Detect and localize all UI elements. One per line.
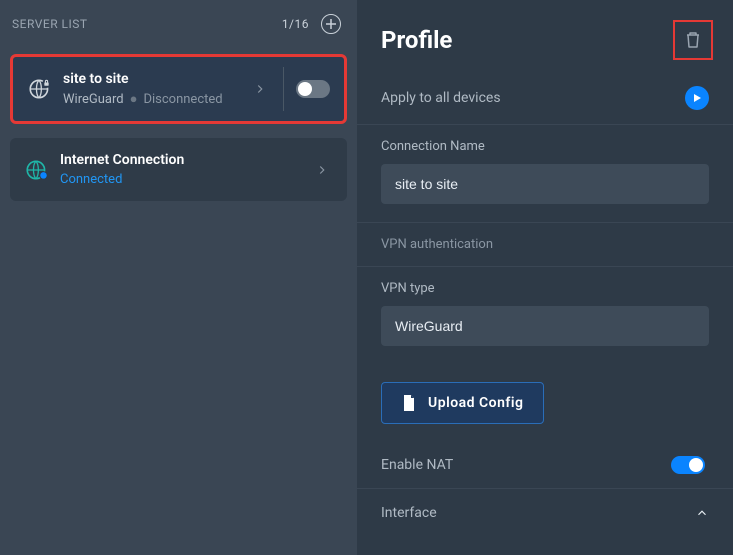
server-name: site to site bbox=[63, 71, 245, 87]
sidebar-header-right: 1/16 bbox=[282, 14, 341, 34]
connection-name-label: Connection Name bbox=[381, 139, 709, 154]
apply-all-devices-row: Apply to all devices bbox=[357, 72, 733, 125]
server-card-body: Internet Connection Connected bbox=[60, 152, 307, 187]
apply-all-button[interactable] bbox=[685, 86, 709, 110]
globe-online-icon bbox=[24, 157, 50, 183]
upload-config-label: Upload Config bbox=[428, 395, 523, 411]
server-card-site-to-site[interactable]: site to site WireGuard ● Disconnected bbox=[10, 54, 347, 124]
delete-profile-button[interactable] bbox=[673, 20, 713, 60]
interface-label: Interface bbox=[381, 505, 437, 521]
server-enable-toggle[interactable] bbox=[296, 80, 330, 98]
chevron-right-icon bbox=[253, 82, 267, 96]
server-subtitle: WireGuard ● Disconnected bbox=[63, 91, 245, 107]
enable-nat-toggle[interactable] bbox=[671, 456, 705, 474]
toggle-knob bbox=[298, 82, 312, 96]
profile-title: Profile bbox=[381, 26, 452, 54]
enable-nat-label: Enable NAT bbox=[381, 457, 453, 473]
server-name: Internet Connection bbox=[60, 152, 307, 168]
sidebar-title: SERVER LIST bbox=[12, 17, 88, 31]
profile-panel: Profile Apply to all devices Connection … bbox=[357, 0, 733, 555]
card-divider bbox=[283, 67, 284, 111]
separator-dot: ● bbox=[130, 92, 138, 107]
apply-all-label: Apply to all devices bbox=[381, 90, 501, 106]
interface-accordion[interactable]: Interface bbox=[357, 489, 733, 537]
vpn-type-input[interactable] bbox=[381, 306, 709, 346]
server-list-sidebar: SERVER LIST 1/16 site to site WireGuard ●… bbox=[0, 0, 357, 555]
vpn-type-section: VPN type bbox=[357, 267, 733, 364]
toggle-knob bbox=[689, 458, 703, 472]
server-card-body: site to site WireGuard ● Disconnected bbox=[63, 71, 245, 107]
profile-header: Profile bbox=[357, 0, 733, 72]
vpn-auth-heading: VPN authentication bbox=[357, 223, 733, 267]
server-subtitle: Connected bbox=[60, 172, 307, 187]
connection-name-input[interactable] bbox=[381, 164, 709, 204]
file-icon bbox=[402, 395, 416, 411]
chevron-up-icon bbox=[695, 506, 709, 520]
upload-config-button[interactable]: Upload Config bbox=[381, 382, 544, 424]
server-status: Connected bbox=[60, 172, 122, 187]
connection-name-section: Connection Name bbox=[357, 125, 733, 223]
sidebar-header: SERVER LIST 1/16 bbox=[0, 0, 357, 48]
vpn-type-label: VPN type bbox=[381, 281, 709, 296]
server-count: 1/16 bbox=[282, 17, 309, 31]
server-protocol: WireGuard bbox=[63, 92, 124, 107]
plus-icon bbox=[326, 19, 336, 29]
enable-nat-row: Enable NAT bbox=[357, 442, 733, 489]
server-card-internet-connection[interactable]: Internet Connection Connected bbox=[10, 138, 347, 201]
add-server-button[interactable] bbox=[321, 14, 341, 34]
trash-icon bbox=[685, 31, 701, 49]
server-status: Disconnected bbox=[143, 92, 222, 107]
globe-lock-icon bbox=[27, 76, 53, 102]
chevron-right-icon bbox=[315, 163, 329, 177]
play-icon bbox=[692, 93, 702, 103]
